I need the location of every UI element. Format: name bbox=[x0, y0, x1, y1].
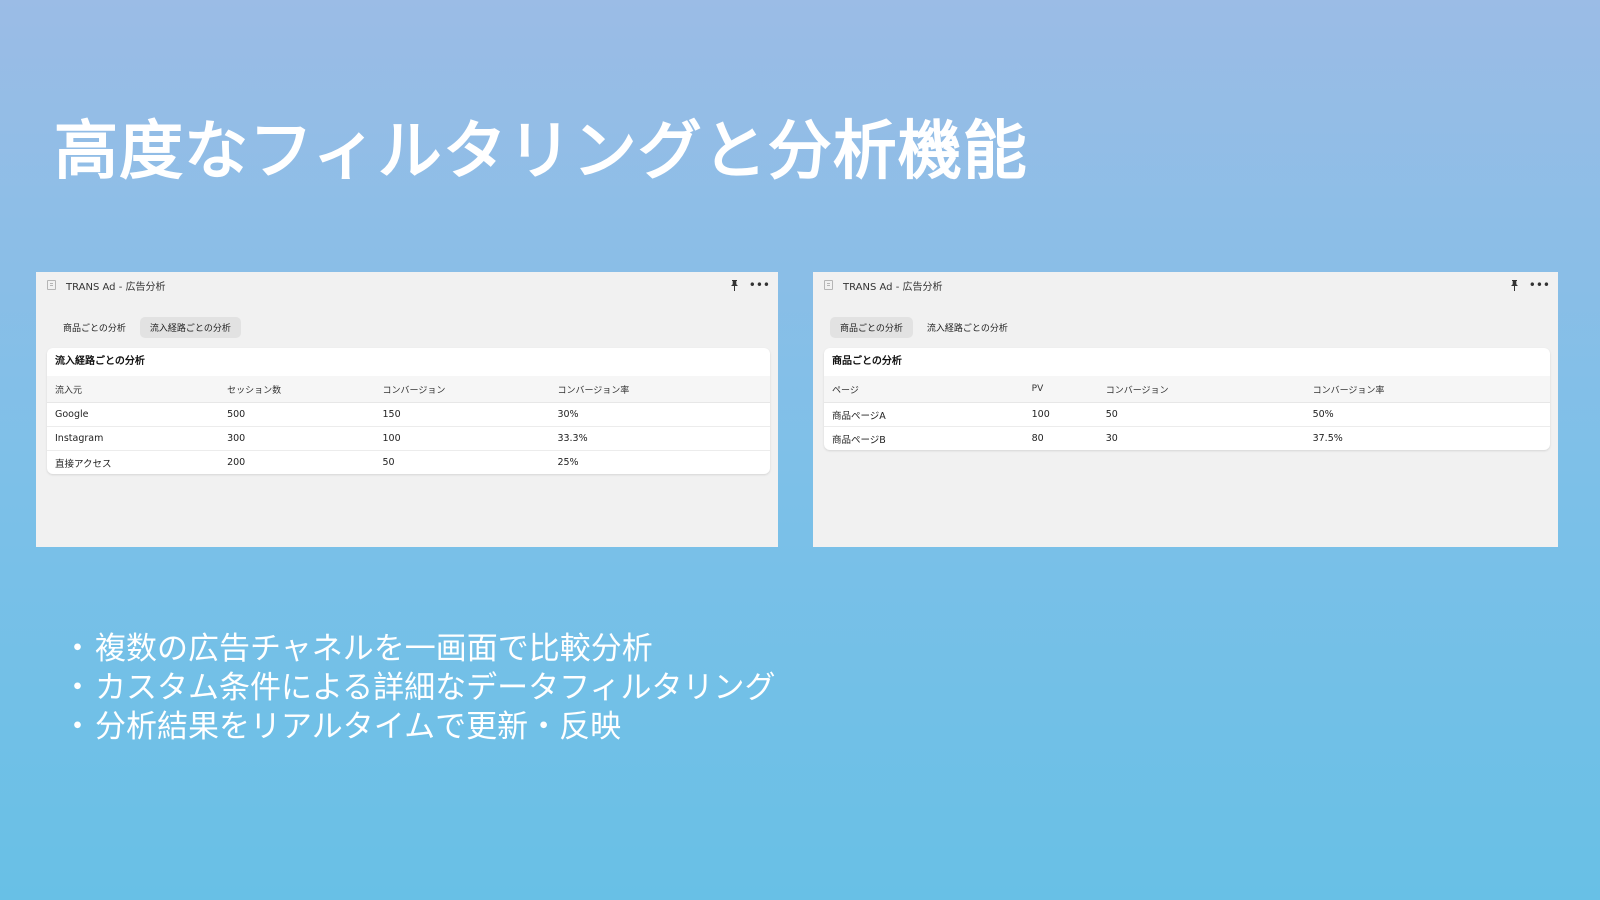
analysis-card: 流入経路ごとの分析 流入元 セッション数 コンバージョン コンバージョン率 Go… bbox=[47, 348, 770, 474]
card-title: 商品ごとの分析 bbox=[832, 356, 902, 367]
table-row[interactable]: Instagram 300 100 33.3% bbox=[47, 426, 770, 451]
window-title: TRANS Ad - 広告分析 bbox=[66, 281, 166, 293]
table-cell: 500 bbox=[219, 402, 375, 427]
tab-bar: 商品ごとの分析 流入経路ごとの分析 bbox=[53, 317, 241, 338]
table-cell: 80 bbox=[1031, 433, 1044, 444]
titlebar-actions: ••• bbox=[1510, 279, 1550, 291]
window-traffic-analysis: TRANS Ad - 広告分析 ••• 商品ごとの分析 流入経路ごとの分析 流入… bbox=[36, 272, 778, 547]
table-cell: 直接アクセス bbox=[55, 458, 112, 470]
tab-product-analysis[interactable]: 商品ごとの分析 bbox=[53, 317, 136, 338]
table-cell: 50% bbox=[1304, 402, 1550, 427]
bullet-item: 複数の広告チャネルを一画面で比較分析 bbox=[62, 630, 775, 669]
app-icon bbox=[47, 280, 56, 290]
slide-title: 高度なフィルタリングと分析機能 bbox=[54, 115, 1028, 189]
bullet-item: 分析結果をリアルタイムで更新・反映 bbox=[62, 708, 775, 747]
column-header[interactable]: コンバージョン bbox=[1097, 376, 1305, 403]
table-header-row: ページ PV コンバージョン コンバージョン率 bbox=[824, 376, 1550, 403]
more-icon[interactable]: ••• bbox=[1529, 279, 1550, 291]
table-cell: 25% bbox=[557, 457, 579, 468]
traffic-table: 流入元 セッション数 コンバージョン コンバージョン率 Google 500 1… bbox=[47, 376, 770, 474]
table-row[interactable]: 商品ページB 80 30 37.5% bbox=[824, 427, 1550, 451]
table-cell: 33.3% bbox=[549, 426, 770, 451]
table-cell: 50 bbox=[382, 457, 395, 468]
table-header-row: 流入元 セッション数 コンバージョン コンバージョン率 bbox=[47, 376, 770, 403]
table-row[interactable]: Google 500 150 30% bbox=[47, 402, 770, 427]
table-cell: 100 bbox=[374, 426, 550, 451]
analysis-card: 商品ごとの分析 ページ PV コンバージョン コンバージョン率 商品ページA 1… bbox=[824, 348, 1550, 450]
card-title: 流入経路ごとの分析 bbox=[55, 356, 145, 367]
pin-icon[interactable] bbox=[730, 279, 739, 291]
table-cell: 150 bbox=[374, 402, 550, 427]
table-cell: Google bbox=[47, 402, 220, 427]
table-cell: 37.5% bbox=[1312, 433, 1343, 444]
column-header[interactable]: PV bbox=[1023, 376, 1098, 403]
window-titlebar: TRANS Ad - 広告分析 ••• bbox=[813, 272, 1558, 298]
feature-bullet-list: 複数の広告チャネルを一画面で比較分析 カスタム条件による詳細なデータフィルタリン… bbox=[62, 630, 775, 747]
titlebar-actions: ••• bbox=[730, 279, 770, 291]
tab-traffic-analysis[interactable]: 流入経路ごとの分析 bbox=[917, 317, 1018, 338]
table-cell: 200 bbox=[227, 457, 246, 468]
table-cell: 商品ページB bbox=[832, 434, 886, 446]
column-header[interactable]: コンバージョン率 bbox=[1304, 376, 1550, 403]
window-product-analysis: TRANS Ad - 広告分析 ••• 商品ごとの分析 流入経路ごとの分析 商品… bbox=[813, 272, 1558, 547]
table-cell: 50 bbox=[1097, 402, 1305, 427]
column-header[interactable]: コンバージョン率 bbox=[549, 376, 770, 403]
tab-bar: 商品ごとの分析 流入経路ごとの分析 bbox=[830, 317, 1018, 338]
more-icon[interactable]: ••• bbox=[749, 279, 770, 291]
table-cell: 100 bbox=[1023, 402, 1098, 427]
pin-icon[interactable] bbox=[1510, 279, 1519, 291]
table-cell: Instagram bbox=[47, 426, 220, 451]
product-table: ページ PV コンバージョン コンバージョン率 商品ページA 100 50 50… bbox=[824, 376, 1550, 450]
column-header[interactable]: コンバージョン bbox=[374, 376, 550, 403]
tab-traffic-analysis[interactable]: 流入経路ごとの分析 bbox=[139, 317, 241, 338]
column-header[interactable]: セッション数 bbox=[219, 376, 375, 403]
table-cell: 30 bbox=[1105, 433, 1118, 444]
tab-product-analysis[interactable]: 商品ごとの分析 bbox=[830, 317, 913, 338]
column-header[interactable]: 流入元 bbox=[47, 376, 220, 403]
window-titlebar: TRANS Ad - 広告分析 ••• bbox=[36, 272, 778, 298]
table-row[interactable]: 商品ページA 100 50 50% bbox=[824, 402, 1550, 427]
table-row[interactable]: 直接アクセス 200 50 25% bbox=[47, 451, 770, 475]
bullet-item: カスタム条件による詳細なデータフィルタリング bbox=[62, 669, 775, 708]
app-icon bbox=[824, 280, 833, 290]
table-cell: 商品ページA bbox=[824, 402, 1024, 427]
column-header[interactable]: ページ bbox=[824, 376, 1024, 403]
table-cell: 300 bbox=[219, 426, 375, 451]
window-title: TRANS Ad - 広告分析 bbox=[843, 281, 943, 293]
table-cell: 30% bbox=[549, 402, 770, 427]
